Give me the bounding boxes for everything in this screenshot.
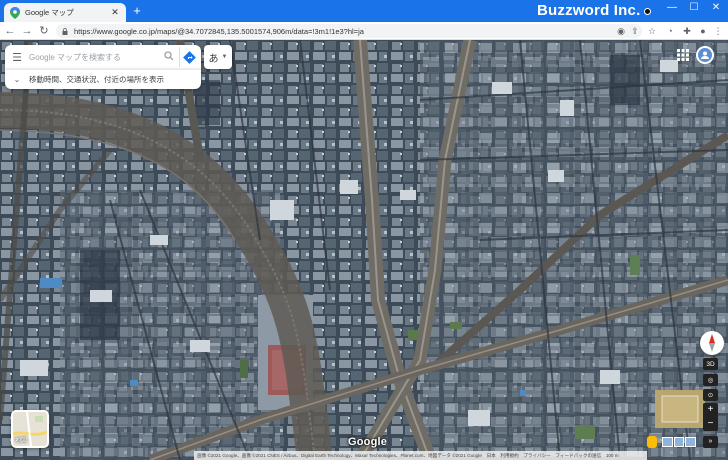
url-text: https://www.google.co.jp/maps/@34.707284… [74, 26, 364, 36]
search-icon[interactable] [159, 50, 179, 64]
record-indicator-icon [644, 8, 651, 15]
account-avatar[interactable] [696, 46, 714, 64]
zoom-controls: + − [703, 403, 718, 431]
google-apps-icon[interactable] [676, 48, 690, 62]
compass-icon [709, 334, 715, 352]
zoom-in-button[interactable]: + [703, 403, 718, 417]
maximize-button[interactable]: ☐ [686, 2, 702, 13]
tilt-3d-button[interactable]: 3D [703, 358, 718, 370]
hamburger-menu-icon[interactable]: ☰ [5, 51, 29, 64]
location-icon[interactable]: ◉ [615, 25, 627, 37]
lock-icon [62, 27, 68, 35]
search-box[interactable]: ☰ Google マップを検索する [5, 45, 201, 69]
new-tab-button[interactable]: + [130, 4, 144, 18]
thumbnail-3[interactable] [685, 437, 697, 447]
close-tab-icon[interactable]: ✕ [110, 7, 120, 18]
tab-google-maps[interactable]: Google マップ ✕ [4, 3, 126, 22]
pegman-icon[interactable] [647, 436, 657, 448]
browser-window: Google マップ ✕ + Buzzword Inc. — ☐ ✕ ← → ↻… [0, 0, 728, 460]
satellite-imagery [0, 40, 728, 460]
input-language-button[interactable]: あ ▼ [204, 45, 232, 69]
extensions-icon[interactable]: ✚ [681, 25, 693, 37]
user-icon [701, 51, 709, 59]
back-button[interactable]: ← [4, 24, 16, 38]
google-logo: Google [348, 436, 388, 448]
profile-icon[interactable]: ● [697, 25, 709, 37]
minimize-button[interactable]: — [664, 2, 680, 13]
compass-button[interactable] [700, 331, 724, 355]
clock-icon[interactable]: ◔ [664, 25, 676, 37]
expand-icon[interactable]: » [703, 436, 718, 448]
thumbnail-1[interactable] [662, 437, 673, 447]
satellite-map[interactable] [0, 40, 728, 460]
tab-title: Google マップ [25, 8, 74, 17]
forward-button[interactable]: → [21, 24, 33, 38]
my-location-icon[interactable]: ⊙ [703, 389, 718, 401]
share-icon[interactable]: ⇪ [629, 25, 641, 37]
reload-button[interactable]: ↻ [38, 24, 50, 38]
imagery-thumbnails[interactable] [662, 437, 697, 447]
street-view-rotate-icon[interactable]: ◎ [703, 374, 718, 386]
dropdown-caret-icon: ▼ [221, 54, 228, 60]
browser-toolbar: ← → ↻ https://www.google.co.jp/maps/@34.… [0, 22, 728, 40]
menu-icon[interactable]: ⋮ [712, 25, 724, 37]
zoom-out-button[interactable]: − [703, 417, 718, 431]
directions-icon [183, 50, 196, 64]
address-bar[interactable]: https://www.google.co.jp/maps/@34.707284… [56, 24, 642, 38]
close-window-button[interactable]: ✕ [708, 2, 724, 13]
chevron-down-icon[interactable]: ⌄ [5, 75, 29, 84]
explore-nearby-panel[interactable]: ⌄ 移動時間、交通状況、付近の場所を表示 [5, 69, 201, 89]
maps-pin-icon [10, 6, 20, 19]
thumbnail-2[interactable] [673, 437, 685, 447]
directions-button[interactable] [179, 47, 199, 67]
bookmark-star-icon[interactable]: ☆ [646, 25, 658, 37]
layers-label: 地図 [15, 438, 28, 444]
brand-watermark: Buzzword Inc. [537, 2, 641, 19]
language-label: あ [208, 53, 219, 65]
layers-toggle[interactable]: 地図 [11, 410, 49, 448]
tab-strip: Google マップ ✕ + Buzzword Inc. — ☐ ✕ [0, 0, 728, 22]
search-input[interactable]: Google マップを検索する [29, 52, 159, 63]
attribution-bar[interactable]: 画像 ©2021 Google、画像 ©2021 CNES / Airbus、D… [194, 451, 647, 460]
explore-nearby-text: 移動時間、交通状況、付近の場所を表示 [29, 75, 164, 84]
